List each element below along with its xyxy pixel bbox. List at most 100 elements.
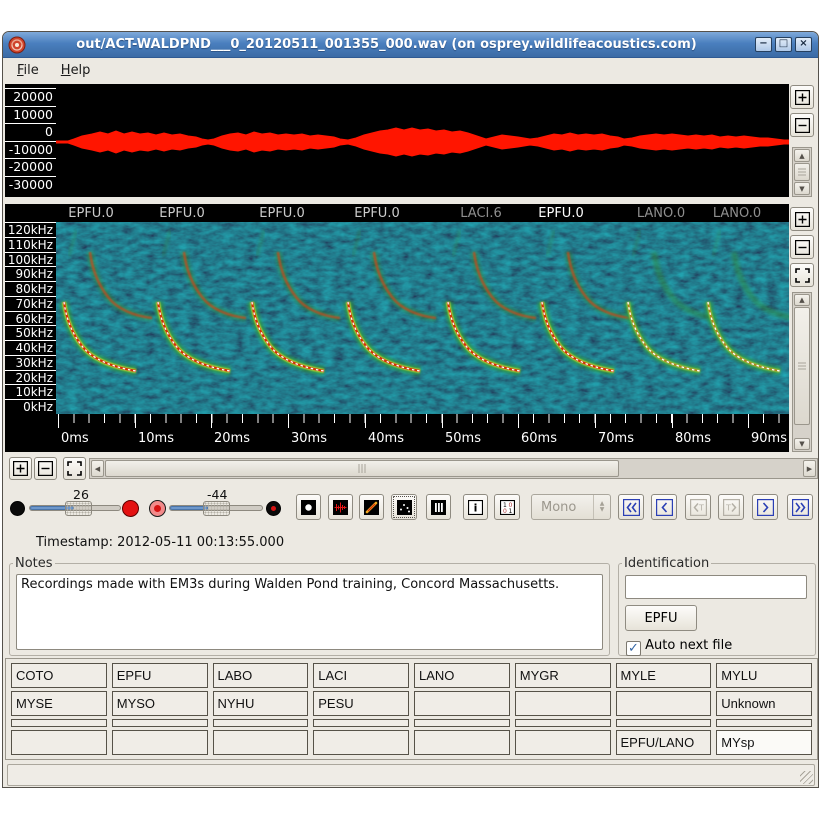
call-label[interactable]: LACI.6 [460, 206, 502, 221]
identification-input[interactable] [625, 575, 807, 599]
menu-help[interactable]: Help [53, 61, 99, 80]
species-button[interactable]: MYsp [716, 730, 812, 755]
species-button[interactable]: MYSO [112, 691, 208, 716]
spectrogram-plot[interactable] [56, 222, 789, 414]
next-file-button[interactable] [752, 494, 778, 520]
compressed-view-button[interactable] [426, 494, 451, 520]
time-fit-button[interactable] [63, 457, 86, 480]
species-button[interactable] [515, 719, 611, 727]
species-button[interactable]: Unknown [716, 691, 812, 716]
title-bar[interactable]: out/ACT-WALDPND___0_20120511_001355_000.… [3, 32, 818, 58]
time-tick-label: 30ms [291, 431, 327, 446]
species-button[interactable] [616, 719, 712, 727]
waveform-panel[interactable]: 20000 10000 0 -10000 -20000 -30000 [5, 84, 789, 197]
spectrogram-zoom-out-button[interactable] [790, 235, 814, 259]
waveform-plot[interactable] [56, 84, 789, 197]
species-button[interactable] [716, 719, 812, 727]
species-button[interactable] [213, 719, 309, 727]
call-label[interactable]: EPFU.0 [354, 206, 399, 221]
time-scroll-thumb[interactable] [105, 460, 619, 477]
species-button[interactable]: MYLE [616, 663, 712, 688]
spectrogram-panel[interactable]: EPFU.0 EPFU.0 EPFU.0 EPFU.0 LACI.6 EPFU.… [5, 204, 789, 452]
species-button[interactable]: EPFU [112, 663, 208, 688]
spectrogram-view-button[interactable] [359, 494, 384, 520]
species-button[interactable]: MYSE [11, 691, 107, 716]
minimize-button[interactable]: − [755, 37, 772, 52]
maximize-button[interactable]: □ [775, 37, 792, 52]
metadata-button[interactable]: 1001 [494, 494, 520, 520]
spinner-icon[interactable]: ▲▼ [593, 495, 610, 519]
scroll-left-icon[interactable]: ◀ [91, 460, 104, 477]
call-label[interactable]: LANO.0 [713, 206, 761, 221]
record-dot-view-button[interactable] [296, 494, 321, 520]
call-label-selected[interactable]: EPFU.0 [538, 206, 583, 221]
species-button[interactable] [11, 719, 107, 727]
species-button[interactable] [414, 730, 510, 755]
info-button[interactable]: i [463, 494, 488, 520]
species-button[interactable]: NYHU [213, 691, 309, 716]
species-button[interactable] [515, 730, 611, 755]
channel-mode-select[interactable]: Mono ▲▼ [531, 494, 611, 520]
apply-identification-button[interactable]: EPFU [625, 605, 697, 631]
species-button[interactable] [414, 691, 510, 716]
freq-tick-label: 90kHz [5, 266, 56, 281]
freq-tick-label: 100kHz [5, 252, 56, 267]
species-button[interactable]: COTO [11, 663, 107, 688]
identification-group: Identification EPFU ✓ Auto next file [618, 556, 816, 656]
species-button[interactable] [515, 691, 611, 716]
menu-file[interactable]: File [9, 61, 47, 80]
time-tick-label: 0ms [61, 431, 89, 446]
species-button[interactable] [414, 719, 510, 727]
species-button[interactable] [616, 691, 712, 716]
species-button[interactable]: LACI [313, 663, 409, 688]
species-button[interactable]: MYGR [515, 663, 611, 688]
time-zoom-out-button[interactable] [34, 457, 57, 480]
species-button[interactable] [213, 730, 309, 755]
scroll-down-icon[interactable]: ▼ [794, 182, 810, 195]
species-button[interactable] [313, 730, 409, 755]
spectrogram-vertical-scrollbar[interactable]: ▲ ▼ [792, 292, 812, 452]
gain-slider-thumb[interactable] [203, 501, 230, 516]
waveform-view-button[interactable] [328, 494, 353, 520]
scroll-up-icon[interactable]: ▲ [794, 149, 810, 162]
species-button[interactable] [112, 730, 208, 755]
last-file-button[interactable] [787, 494, 813, 520]
auto-next-row: ✓ Auto next file [626, 638, 732, 656]
dot-view-button[interactable] [391, 494, 417, 520]
waveform-scroll-thumb[interactable] [794, 163, 810, 181]
spectrogram-fit-button[interactable] [790, 263, 814, 287]
species-button[interactable]: LABO [213, 663, 309, 688]
time-horizontal-scrollbar[interactable]: ◀ ▶ [89, 458, 818, 479]
close-button[interactable]: × [795, 37, 812, 52]
call-label[interactable]: EPFU.0 [68, 206, 113, 221]
spectrogram-scroll-thumb[interactable] [794, 307, 810, 425]
species-button[interactable] [313, 719, 409, 727]
call-label[interactable]: EPFU.0 [259, 206, 304, 221]
time-tick-label: 70ms [598, 431, 634, 446]
auto-next-checkbox[interactable]: ✓ [626, 641, 641, 656]
resize-grip[interactable] [800, 771, 813, 784]
species-button[interactable]: EPFU/LANO [616, 730, 712, 755]
first-file-button[interactable] [618, 494, 644, 520]
spectrogram-zoom-in-button[interactable] [790, 207, 814, 231]
previous-file-button[interactable] [651, 494, 677, 520]
waveform-vertical-scrollbar[interactable]: ▲ ▼ [792, 147, 812, 197]
time-zoom-in-button[interactable] [9, 457, 32, 480]
species-button[interactable]: LANO [414, 663, 510, 688]
freq-tick-label: 70kHz [5, 296, 56, 311]
species-button[interactable]: PESU [313, 691, 409, 716]
scroll-up-icon[interactable]: ▲ [794, 294, 810, 306]
species-button[interactable] [11, 730, 107, 755]
waveform-zoom-in-button[interactable] [790, 85, 814, 109]
call-label[interactable]: LANO.0 [637, 206, 685, 221]
call-label[interactable]: EPFU.0 [159, 206, 204, 221]
waveform-zoom-out-button[interactable] [790, 113, 814, 137]
scroll-right-icon[interactable]: ▶ [803, 460, 816, 477]
species-button[interactable]: MYLU [716, 663, 812, 688]
volume-slider-thumb[interactable] [65, 501, 92, 516]
notes-textarea[interactable]: Recordings made with EM3s during Walden … [16, 574, 603, 650]
next-tagged-button[interactable]: T [718, 494, 744, 520]
scroll-down-icon[interactable]: ▼ [794, 438, 810, 450]
species-button[interactable] [112, 719, 208, 727]
previous-tagged-button[interactable]: T [685, 494, 711, 520]
